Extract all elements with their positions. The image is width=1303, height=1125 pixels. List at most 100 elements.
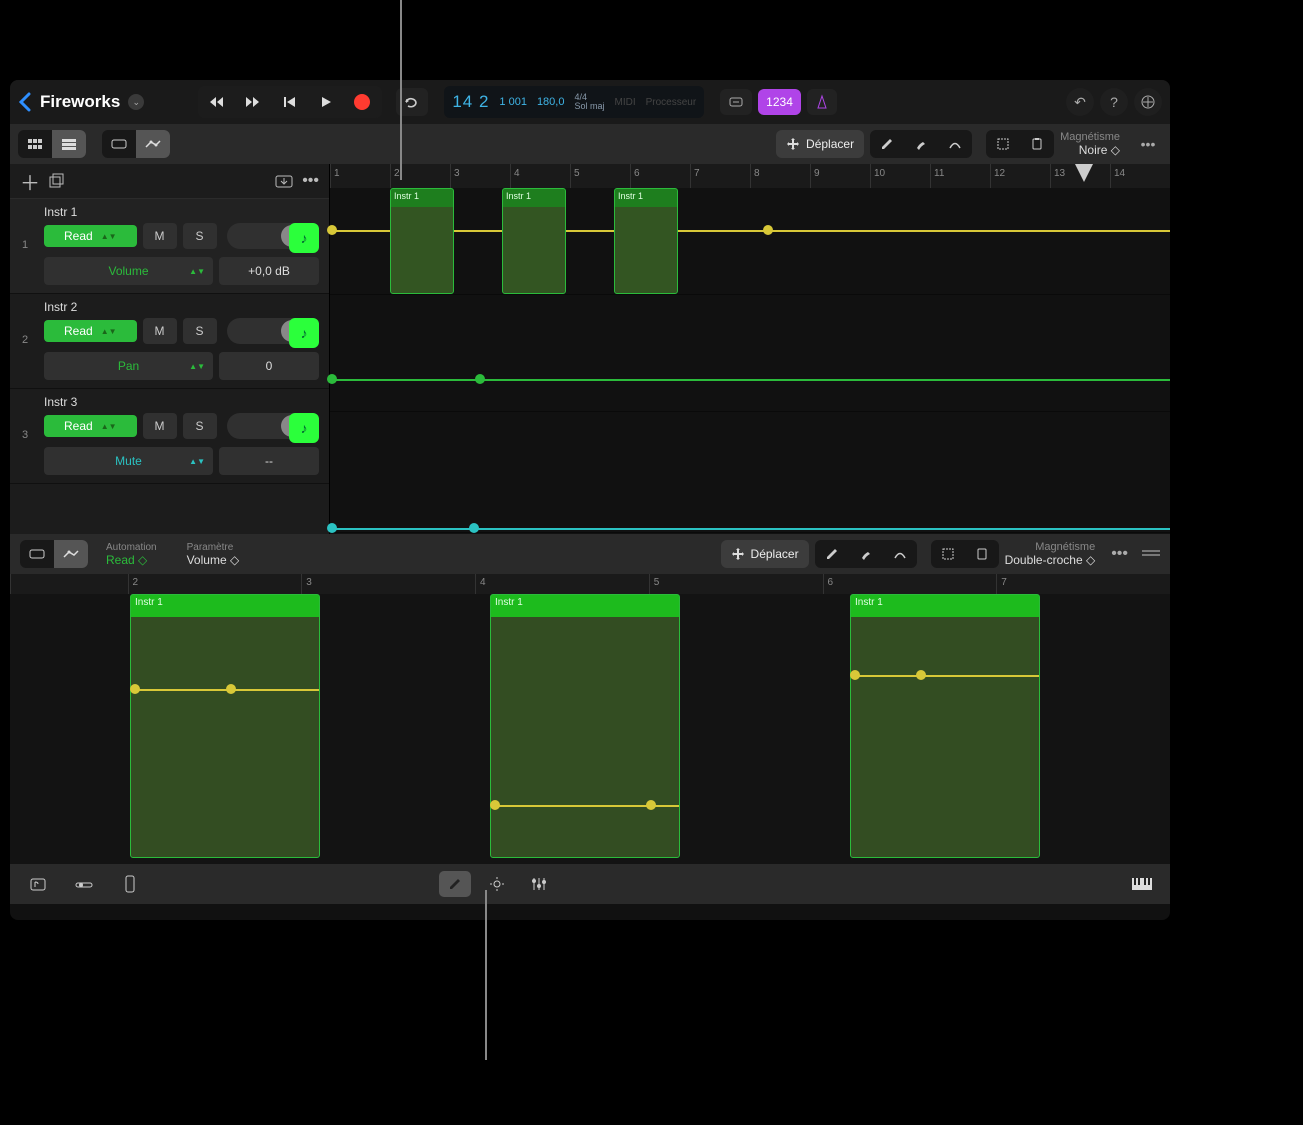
metronome-button[interactable] bbox=[807, 89, 837, 115]
instrument-icon[interactable]: ♪ bbox=[289, 223, 319, 253]
automation-value[interactable]: 0 bbox=[219, 352, 319, 380]
count-in-button[interactable]: 1234 bbox=[758, 89, 801, 115]
arrange-more-button[interactable]: ••• bbox=[1134, 130, 1162, 158]
song-title[interactable]: Fireworks bbox=[40, 92, 120, 112]
editor-region[interactable]: Instr 1 bbox=[130, 594, 320, 858]
track-name[interactable]: Instr 3 bbox=[44, 395, 319, 409]
solo-button[interactable]: S bbox=[183, 318, 217, 344]
automation-param-select[interactable]: Mute▲▼ bbox=[44, 447, 213, 475]
settings-button[interactable] bbox=[1134, 88, 1162, 116]
library-icon[interactable] bbox=[22, 871, 54, 897]
pencil-tool-button[interactable] bbox=[870, 130, 904, 158]
editor-region[interactable]: Instr 1 bbox=[490, 594, 680, 858]
track-lane-2[interactable] bbox=[330, 295, 1170, 412]
automation-line[interactable] bbox=[330, 379, 1170, 381]
automation-point[interactable] bbox=[475, 374, 485, 384]
track-lane-3[interactable] bbox=[330, 412, 1170, 533]
editor-snap-setting[interactable]: Magnétisme Double-croche ◇ bbox=[1005, 541, 1096, 567]
automation-value[interactable]: +0,0 dB bbox=[219, 257, 319, 285]
mute-button[interactable]: M bbox=[143, 223, 177, 249]
song-menu-chevron-icon[interactable]: ⌄ bbox=[128, 94, 144, 110]
instrument-icon[interactable]: ♪ bbox=[289, 318, 319, 348]
automation-point[interactable] bbox=[646, 800, 656, 810]
automation-point[interactable] bbox=[490, 800, 500, 810]
pencil-mode-button[interactable] bbox=[439, 871, 471, 897]
list-view-button[interactable] bbox=[52, 130, 86, 158]
automation-point[interactable] bbox=[327, 225, 337, 235]
mute-button[interactable]: M bbox=[143, 318, 177, 344]
arrange-area[interactable]: 1234567891011121314 Instr 1Instr 1Instr … bbox=[330, 164, 1170, 534]
automation-point[interactable] bbox=[327, 523, 337, 533]
track-more-button[interactable]: ••• bbox=[302, 172, 319, 190]
automation-line[interactable] bbox=[131, 689, 319, 691]
mixer-icon[interactable] bbox=[68, 871, 100, 897]
automation-line[interactable] bbox=[330, 230, 1170, 232]
mute-button[interactable]: M bbox=[143, 413, 177, 439]
bar-ruler[interactable]: 1234567891011121314 bbox=[330, 164, 1170, 188]
track-header-3[interactable]: 3 Instr 3 Read▲▼ M S ♪ Mute▲▼ -- bbox=[10, 389, 329, 484]
instrument-icon[interactable]: ♪ bbox=[289, 413, 319, 443]
record-button[interactable] bbox=[344, 88, 380, 116]
editor-menu-icon[interactable] bbox=[1142, 549, 1160, 559]
editor-more-button[interactable]: ••• bbox=[1111, 545, 1128, 563]
automation-value[interactable]: -- bbox=[219, 447, 319, 475]
automation-point[interactable] bbox=[327, 374, 337, 384]
editor-marquee-button[interactable] bbox=[931, 540, 965, 568]
paste-button[interactable] bbox=[1020, 130, 1054, 158]
track-lane-1[interactable]: Instr 1 Instr 1 Instr 1 bbox=[330, 188, 1170, 295]
move-tool-button[interactable]: Déplacer bbox=[776, 130, 864, 158]
editor-region-view-button[interactable] bbox=[20, 540, 54, 568]
editor-region[interactable]: Instr 1 bbox=[850, 594, 1040, 858]
lcd-display[interactable]: 14 2 1 001 180,0 4/4 Sol maj MIDI Proces… bbox=[444, 86, 704, 118]
midi-region[interactable]: Instr 1 bbox=[390, 188, 454, 294]
automation-point[interactable] bbox=[469, 523, 479, 533]
automation-view-button[interactable] bbox=[136, 130, 170, 158]
automation-param-select[interactable]: Volume▲▼ bbox=[44, 257, 213, 285]
curve-tool-button[interactable] bbox=[938, 130, 972, 158]
editor-automation-view-button[interactable] bbox=[54, 540, 88, 568]
editor-pencil-button[interactable] bbox=[815, 540, 849, 568]
editor-automation-setting[interactable]: Automation Read ◇ bbox=[106, 542, 157, 567]
automation-mode-button[interactable]: Read▲▼ bbox=[44, 415, 137, 437]
editor-move-tool-button[interactable]: Déplacer bbox=[721, 540, 809, 568]
rewind-button[interactable] bbox=[200, 88, 236, 116]
help-button[interactable]: ? bbox=[1100, 88, 1128, 116]
grid-view-button[interactable] bbox=[18, 130, 52, 158]
duplicate-track-button[interactable] bbox=[48, 173, 66, 189]
import-button[interactable] bbox=[274, 173, 294, 189]
back-button[interactable] bbox=[18, 92, 32, 112]
editor-ruler[interactable]: 234567 bbox=[10, 574, 1170, 594]
track-header-1[interactable]: 1 Instr 1 Read▲▼ M S ♪ Volume▲▼ +0,0 dB bbox=[10, 199, 329, 294]
automation-param-select[interactable]: Pan▲▼ bbox=[44, 352, 213, 380]
track-name[interactable]: Instr 2 bbox=[44, 300, 319, 314]
marquee-button[interactable] bbox=[986, 130, 1020, 158]
midi-region[interactable]: Instr 1 bbox=[502, 188, 566, 294]
automation-point[interactable] bbox=[226, 684, 236, 694]
remote-icon[interactable] bbox=[114, 871, 146, 897]
play-button[interactable] bbox=[308, 88, 344, 116]
automation-line[interactable] bbox=[851, 675, 1039, 677]
editor-curve-button[interactable] bbox=[883, 540, 917, 568]
automation-mode-button[interactable]: Read▲▼ bbox=[44, 320, 137, 342]
automation-point[interactable] bbox=[916, 670, 926, 680]
editor-param-setting[interactable]: Paramètre Volume ◇ bbox=[187, 542, 240, 567]
track-name[interactable]: Instr 1 bbox=[44, 205, 319, 219]
editor-brush-button[interactable] bbox=[849, 540, 883, 568]
keyboard-icon[interactable] bbox=[1126, 871, 1158, 897]
snap-setting[interactable]: Magnétisme Noire ◇ bbox=[1060, 131, 1120, 157]
automation-point[interactable] bbox=[130, 684, 140, 694]
brush-tool-button[interactable] bbox=[904, 130, 938, 158]
undo-button[interactable]: ↶ bbox=[1066, 88, 1094, 116]
add-track-button[interactable]: ＋ bbox=[20, 167, 40, 196]
solo-button[interactable]: S bbox=[183, 223, 217, 249]
region-view-button[interactable] bbox=[102, 130, 136, 158]
tuner-button[interactable] bbox=[720, 89, 752, 115]
sliders-icon[interactable] bbox=[523, 871, 555, 897]
midi-region[interactable]: Instr 1 bbox=[614, 188, 678, 294]
automation-point[interactable] bbox=[850, 670, 860, 680]
automation-mode-button[interactable]: Read▲▼ bbox=[44, 225, 137, 247]
go-to-start-button[interactable] bbox=[272, 88, 308, 116]
automation-line[interactable] bbox=[330, 528, 1170, 530]
track-header-2[interactable]: 2 Instr 2 Read▲▼ M S ♪ Pan▲▼ 0 bbox=[10, 294, 329, 389]
solo-button[interactable]: S bbox=[183, 413, 217, 439]
